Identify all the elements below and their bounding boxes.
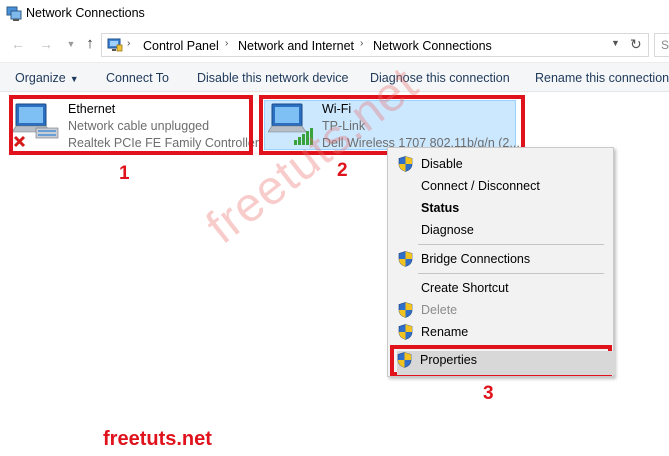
control-panel-icon: [107, 38, 123, 52]
breadcrumb-separator-icon[interactable]: ›: [360, 38, 363, 49]
navigation-bar: ← → ▼ ↑ › Control Panel › Network and In…: [0, 30, 669, 60]
menu-item-disable[interactable]: Disable: [388, 153, 613, 175]
command-bar: Organize ▼ Connect To Disable this networ…: [0, 62, 669, 92]
menu-item-label: Rename: [421, 325, 469, 339]
window-title: Network Connections: [26, 6, 145, 20]
menu-item-label: Properties: [420, 353, 477, 367]
network-connections-app-icon: [6, 6, 22, 21]
breadcrumb-network-and-internet[interactable]: Network and Internet: [238, 39, 354, 53]
back-arrow-icon[interactable]: ←: [10, 36, 26, 52]
menu-item-connect-disconnect[interactable]: Connect / Disconnect: [388, 175, 613, 197]
breadcrumb-network-connections[interactable]: Network Connections: [373, 39, 492, 53]
menu-separator: [418, 273, 604, 274]
menu-item-create-shortcut[interactable]: Create Shortcut: [388, 277, 613, 299]
chevron-down-icon: ▼: [69, 74, 79, 84]
step-number-3: 3: [483, 383, 494, 404]
connect-to-button[interactable]: Connect To: [106, 71, 169, 85]
menu-item-rename[interactable]: Rename: [388, 321, 613, 343]
menu-item-properties[interactable]: Properties: [387, 349, 612, 371]
breadcrumb-control-panel[interactable]: Control Panel: [143, 39, 219, 53]
organize-menu-button[interactable]: Organize ▼: [15, 71, 79, 85]
menu-separator: [418, 244, 604, 245]
uac-shield-icon: [398, 324, 413, 340]
menu-item-label: Create Shortcut: [421, 281, 509, 295]
breadcrumb-separator-icon[interactable]: ›: [127, 38, 130, 49]
uac-shield-icon: [397, 352, 412, 368]
menu-item-diagnose[interactable]: Diagnose: [388, 219, 613, 241]
organize-label: Organize: [15, 71, 66, 85]
address-dropdown-chevron-icon[interactable]: ▼: [611, 38, 620, 48]
search-icon: S: [661, 38, 669, 52]
menu-item-status[interactable]: Status: [388, 197, 613, 219]
menu-item-label: Diagnose: [421, 223, 474, 237]
search-input[interactable]: S: [654, 33, 669, 57]
address-bar[interactable]: › Control Panel › Network and Internet ›…: [101, 33, 649, 57]
uac-shield-icon: [398, 302, 413, 318]
rename-connection-button[interactable]: Rename this connection: [535, 71, 669, 85]
refresh-icon[interactable]: ↻: [630, 36, 642, 53]
menu-item-label: Bridge Connections: [421, 252, 531, 266]
menu-item-label: Status: [421, 201, 460, 215]
uac-shield-icon: [398, 251, 413, 267]
breadcrumb-separator-icon[interactable]: ›: [225, 38, 228, 49]
up-arrow-icon[interactable]: ↑: [82, 36, 98, 52]
step-number-1: 1: [119, 163, 130, 184]
annotation-box-ethernet: [9, 95, 253, 155]
uac-shield-icon: [398, 156, 413, 172]
menu-item-label: Disable: [421, 157, 463, 171]
menu-item-bridge-connections[interactable]: Bridge Connections: [388, 248, 613, 270]
title-bar: Network Connections: [0, 0, 669, 28]
menu-item-label: Delete: [421, 303, 458, 317]
forward-arrow-icon[interactable]: →: [38, 36, 54, 52]
brand-text: freetuts.net: [103, 428, 212, 450]
context-menu: Disable Connect / Disconnect Status Diag…: [387, 147, 614, 377]
menu-item-label: Connect / Disconnect: [421, 179, 540, 193]
disable-device-button[interactable]: Disable this network device: [197, 71, 348, 85]
recent-locations-chevron-icon[interactable]: ▼: [63, 36, 79, 52]
menu-item-delete: Delete: [388, 299, 613, 321]
